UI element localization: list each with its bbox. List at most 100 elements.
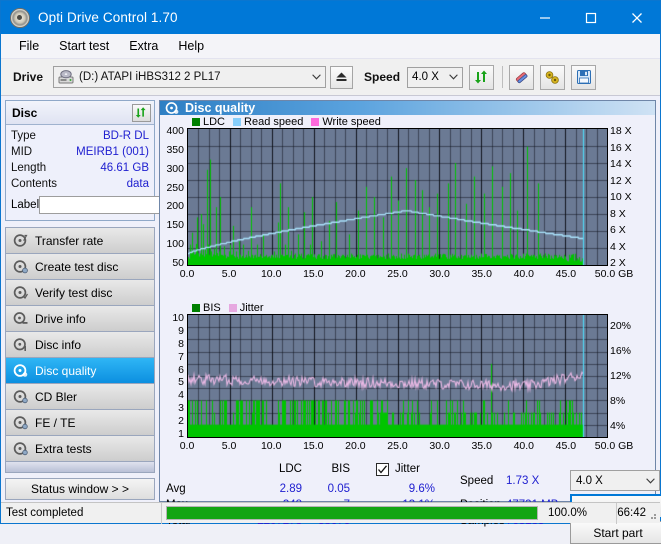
axis-tick: 400 xyxy=(166,125,184,137)
axis-tick: 4% xyxy=(610,420,625,432)
speed-label: Speed xyxy=(364,70,400,84)
eject-button[interactable] xyxy=(330,66,353,89)
sidebar-item-label: Verify test disc xyxy=(35,286,112,300)
disc-label-row: Label xyxy=(11,194,149,216)
drive-info-icon xyxy=(13,311,28,326)
axis-tick: 9 xyxy=(178,325,184,337)
disc-refresh-button[interactable] xyxy=(132,104,151,122)
refresh-button[interactable] xyxy=(469,65,494,90)
disc-row-contents: Contents data xyxy=(11,176,149,192)
legend-swatch xyxy=(311,118,319,126)
axis-tick: 30.0 xyxy=(429,440,449,452)
menu-item-extra[interactable]: Extra xyxy=(119,36,168,56)
tools-button[interactable] xyxy=(540,65,565,90)
axis-tick: 10 xyxy=(172,312,184,324)
bis-x-axis: 0.05.010.015.020.025.030.035.040.045.050… xyxy=(187,440,608,454)
run-speed-select[interactable]: 4.0 X xyxy=(570,470,660,491)
disc-panel-header: Disc xyxy=(6,101,154,125)
axis-tick: 200 xyxy=(166,200,184,212)
legend-label: Jitter xyxy=(240,302,264,314)
ldc-plot[interactable] xyxy=(187,128,608,266)
axis-tick: 40.0 xyxy=(514,440,534,452)
axis-tick: 35.0 xyxy=(471,440,491,452)
sidebar-item-cd-bler[interactable]: CD Bler xyxy=(6,384,154,410)
legend-item-jitter: Jitter xyxy=(229,302,264,314)
cd-bler-icon xyxy=(13,389,28,404)
bis-legend: BIS Jitter xyxy=(160,301,655,314)
sidebar-item-label: FE / TE xyxy=(35,416,75,430)
axis-tick: 50.0 GB xyxy=(595,440,634,452)
chevron-down-icon[interactable] xyxy=(445,67,462,87)
extra-tests-icon xyxy=(13,441,28,456)
eraser-button[interactable] xyxy=(509,65,534,90)
fe-te-icon xyxy=(13,415,28,430)
disc-quality-icon xyxy=(165,101,179,115)
speed-select[interactable]: 4.0 X xyxy=(407,67,463,88)
disc-icon xyxy=(10,8,30,28)
legend-item-ldc: LDC xyxy=(192,116,225,128)
menu-item-file[interactable]: File xyxy=(9,36,49,56)
disc-length-label: Length xyxy=(11,162,46,174)
axis-tick: 15.0 xyxy=(303,440,323,452)
axis-tick: 150 xyxy=(166,219,184,231)
save-button[interactable] xyxy=(571,65,596,90)
maximize-icon[interactable] xyxy=(568,1,614,34)
sidebar-item-transfer-rate[interactable]: Transfer rate xyxy=(6,228,154,254)
axis-tick: 40.0 xyxy=(514,268,534,280)
ldc-y-axis: 40035030025020015010050 xyxy=(160,128,186,266)
window-title: Opti Drive Control 1.70 xyxy=(38,10,178,25)
disc-contents-value: data xyxy=(127,178,149,190)
disc-length-value: 46.61 GB xyxy=(100,162,149,174)
legend-item-bis: BIS xyxy=(192,302,221,314)
drive-select[interactable]: (D:) ATAPI iHBS312 2 PL17 xyxy=(53,66,326,88)
legend-label: Write speed xyxy=(322,116,381,128)
start-part-button[interactable]: Start part xyxy=(570,521,661,544)
resize-grip[interactable] xyxy=(646,509,658,521)
sidebar-item-verify-test-disc[interactable]: Verify test disc xyxy=(6,280,154,306)
axis-tick: 25.0 xyxy=(387,440,407,452)
legend-label: BIS xyxy=(203,302,221,314)
axis-tick: 10.0 xyxy=(261,440,281,452)
drive-toolbar: Drive (D:) ATAPI iHBS312 2 PL17 xyxy=(1,59,660,96)
stats-col-ldc: LDC xyxy=(252,463,302,475)
menu-item-help[interactable]: Help xyxy=(168,36,214,56)
chevron-down-icon[interactable] xyxy=(308,67,325,87)
sidebar-item-extra-tests[interactable]: Extra tests xyxy=(6,436,154,462)
axis-tick: 35.0 xyxy=(471,268,491,280)
content-area: Disc Type BD-R DL MID M xyxy=(1,96,660,502)
disc-row-type: Type BD-R DL xyxy=(11,128,149,144)
run-speed-label: Speed xyxy=(460,475,493,487)
charts-area: LDC Read speed Write speed xyxy=(160,115,655,535)
axis-tick: 8% xyxy=(610,395,625,407)
sidebar-item-label: Drive info xyxy=(35,312,86,326)
chevron-down-icon[interactable] xyxy=(642,471,659,491)
jitter-checkbox[interactable] xyxy=(376,463,389,476)
bis-y2-axis: 20%16%12%8%4% xyxy=(608,314,648,438)
sidebar-filler xyxy=(6,462,154,473)
menu-item-start-test[interactable]: Start test xyxy=(49,36,119,56)
axis-tick: 100 xyxy=(166,238,184,250)
minimize-icon[interactable] xyxy=(522,1,568,34)
axis-tick: 0.0 xyxy=(180,268,195,280)
drive-icon xyxy=(58,70,74,85)
disc-rows: Type BD-R DL MID MEIRB1 (001) Length 46.… xyxy=(6,125,154,220)
sidebar-item-disc-info[interactable]: Disc info xyxy=(6,332,154,358)
legend-label: LDC xyxy=(203,116,225,128)
sidebar-item-create-test-disc[interactable]: Create test disc xyxy=(6,254,154,280)
menu-bar: File Start test Extra Help xyxy=(1,34,660,59)
status-separator xyxy=(161,503,162,524)
bis-plot[interactable] xyxy=(187,314,608,438)
title-bar: Opti Drive Control 1.70 xyxy=(1,1,660,34)
ldc-plot-area: 40035030025020015010050 18 X16 X14 X12 X… xyxy=(160,128,655,298)
status-window-button[interactable]: Status window > > xyxy=(5,478,155,500)
sidebar-item-drive-info[interactable]: Drive info xyxy=(6,306,154,332)
legend-item-read-speed: Read speed xyxy=(233,116,303,128)
run-speed-value: 1.73 X xyxy=(506,475,539,487)
axis-tick: 0.0 xyxy=(180,440,195,452)
ldc-y2-axis: 18 X16 X14 X12 X10 X8 X6 X4 X2 X xyxy=(608,128,648,266)
sidebar-item-disc-quality[interactable]: Disc quality xyxy=(6,358,154,384)
axis-tick: 4 xyxy=(178,389,184,401)
sidebar-item-fe-te[interactable]: FE / TE xyxy=(6,410,154,436)
close-icon[interactable] xyxy=(614,1,660,34)
stats-col-bis: BIS xyxy=(306,463,350,475)
